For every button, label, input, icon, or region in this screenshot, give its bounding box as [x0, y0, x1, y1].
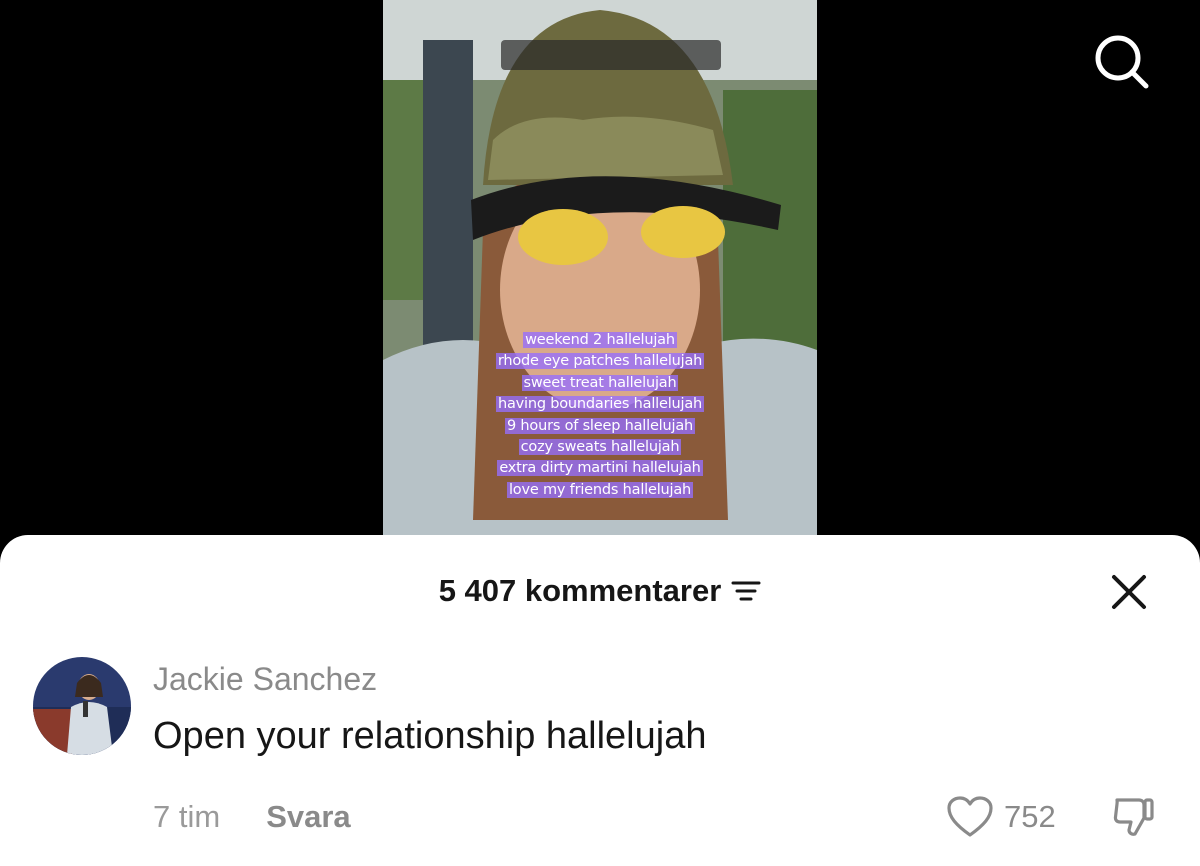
- comments-sheet: 5 407 kommentarer Jackie Sanchez Open yo…: [0, 535, 1200, 866]
- comment-timestamp: 7 tim: [153, 799, 221, 834]
- overlay-line: cozy sweats hallelujah: [518, 439, 682, 456]
- like-button[interactable]: [946, 795, 994, 839]
- search-icon: [1095, 35, 1149, 89]
- sort-filter-icon[interactable]: [731, 578, 761, 604]
- overlay-line: extra dirty martini hallelujah: [497, 460, 703, 477]
- comment-meta: 7 tim Svara: [153, 797, 351, 837]
- reply-button[interactable]: Svara: [266, 799, 350, 835]
- close-icon: [1112, 575, 1146, 609]
- comments-header: 5 407 kommentarer: [0, 569, 1200, 613]
- avatar[interactable]: [33, 657, 131, 755]
- search-button[interactable]: [1092, 32, 1152, 92]
- thumbs-down-icon: [1113, 798, 1154, 836]
- video-player[interactable]: weekend 2 hallelujah rhode eye patches h…: [383, 0, 817, 540]
- video-caption-overlay: weekend 2 hallelujah rhode eye patches h…: [383, 330, 817, 501]
- close-button[interactable]: [1106, 569, 1152, 615]
- like-group: 752: [946, 795, 1056, 839]
- dislike-button[interactable]: [1108, 795, 1158, 839]
- overlay-line: weekend 2 hallelujah: [523, 332, 677, 348]
- overlay-line: 9 hours of sleep hallelujah: [504, 417, 695, 434]
- overlay-line: rhode eye patches hallelujah: [495, 353, 705, 370]
- comment-text: Open your relationship hallelujah: [153, 715, 707, 757]
- like-count: 752: [1004, 799, 1056, 834]
- heart-icon: [947, 796, 993, 837]
- overlay-line: sweet treat hallelujah: [521, 374, 679, 391]
- comment-count: 5 407 kommentarer: [438, 573, 722, 608]
- overlay-line: having boundaries hallelujah: [495, 396, 705, 413]
- comment-username[interactable]: Jackie Sanchez: [153, 661, 377, 698]
- overlay-line: love my friends hallelujah: [506, 481, 694, 498]
